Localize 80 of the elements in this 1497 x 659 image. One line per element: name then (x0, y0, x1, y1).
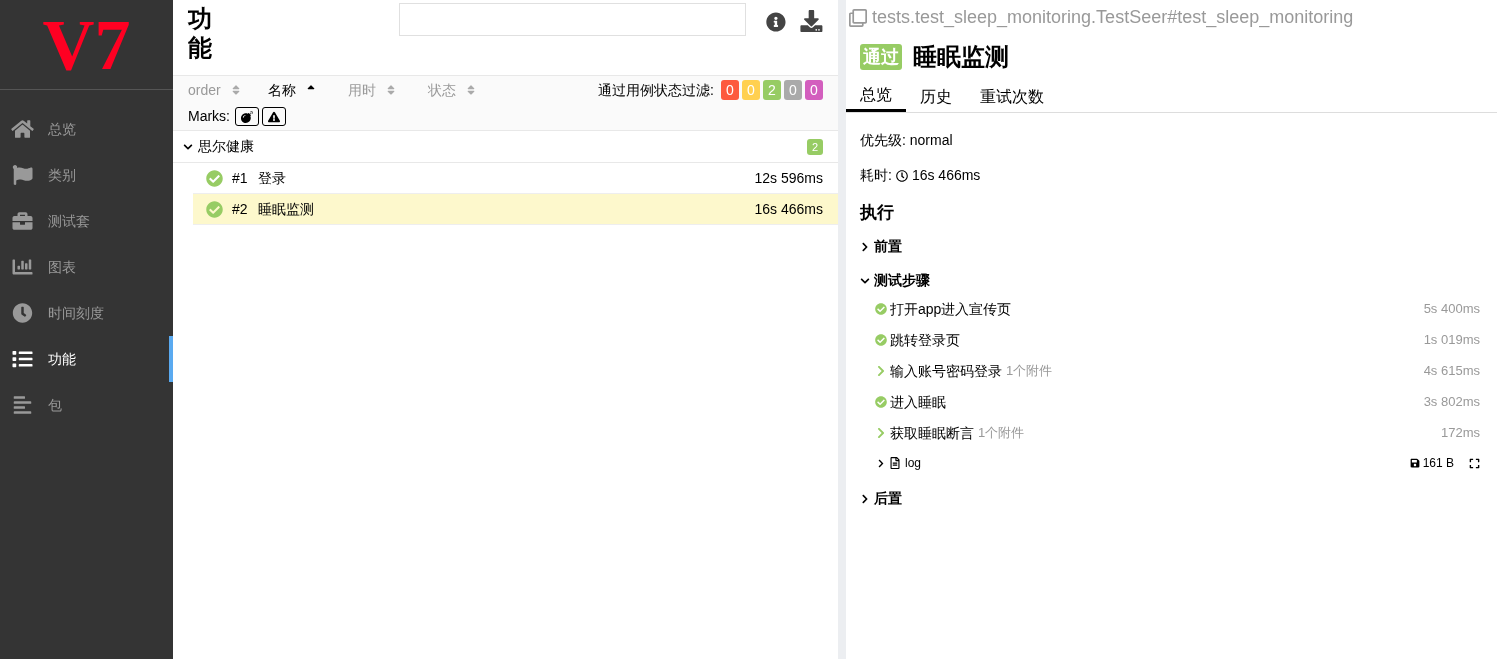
section-title: 执行 (860, 202, 895, 224)
passed-icon (206, 169, 223, 187)
test-name: 登录 (257, 168, 286, 188)
step-name[interactable]: 输入账号密码登录 (890, 360, 1002, 382)
logo: V7 (42, 8, 131, 81)
step-duration: 4s 615ms (1423, 362, 1480, 381)
step-name[interactable]: 打开app进入宣传页 (890, 298, 1012, 320)
nav-item[interactable]: 图表 (0, 244, 173, 290)
step-duration: 172ms (1440, 424, 1480, 443)
test-number: #1 (232, 168, 248, 188)
chevron-icon[interactable] (860, 241, 870, 252)
marks-label: Marks: (188, 107, 230, 126)
page-title: 功能 (188, 5, 212, 63)
tab[interactable]: 总览 (846, 81, 906, 112)
chevron-icon[interactable] (877, 458, 885, 468)
clock-icon (11, 303, 34, 323)
chevron-icon[interactable] (860, 275, 870, 286)
nav-item[interactable]: 类别 (0, 152, 173, 198)
count-badge: 2 (806, 138, 823, 155)
sort-icon (466, 84, 476, 96)
duration-label: 耗时: (860, 166, 892, 185)
briefcase-icon (11, 211, 34, 231)
search-field[interactable] (399, 3, 747, 36)
chevron-icon[interactable] (183, 141, 193, 152)
expand-icon[interactable] (1469, 457, 1480, 469)
nav-item[interactable]: 总览 (0, 106, 173, 152)
info-icon[interactable] (766, 12, 787, 32)
file-icon (890, 457, 900, 469)
passed-icon (875, 303, 887, 315)
warning-filter[interactable] (262, 107, 286, 126)
sort-button[interactable]: 名称 (268, 79, 348, 101)
chevron-icon[interactable] (860, 493, 870, 504)
passed-icon (875, 396, 887, 408)
attachment-size: 161 B (1422, 455, 1454, 472)
download-icon[interactable] (800, 10, 823, 32)
step-name[interactable]: 获取睡眠断言 (890, 422, 974, 444)
sort-icon (386, 84, 396, 96)
test-duration: 12s 596ms (754, 168, 823, 188)
home-icon (11, 119, 34, 139)
step-duration: 1s 019ms (1423, 331, 1480, 350)
nav-item[interactable]: 时间刻度 (0, 290, 173, 336)
list-icon (11, 349, 34, 369)
flaky-filter[interactable] (235, 107, 259, 126)
test-number: #2 (232, 199, 248, 219)
step-duration: 3s 802ms (1423, 393, 1480, 412)
passed-icon (206, 200, 223, 218)
test-duration: 16s 466ms (754, 199, 823, 219)
nav-item[interactable]: 测试套 (0, 198, 173, 244)
step-name[interactable]: 进入睡眠 (890, 391, 946, 413)
duration-value: 16s 466ms (911, 166, 981, 185)
test-name: 睡眠监测 (257, 199, 314, 219)
stage-title[interactable]: 测试步骤 (874, 270, 930, 291)
sort-icon (230, 84, 241, 96)
full-name: tests.test_sleep_monitoring.TestSeer#test_sleep_monitoring (872, 6, 1354, 30)
copy-icon[interactable] (849, 8, 867, 27)
stage-title[interactable]: 前置 (874, 236, 902, 257)
clock-icon (895, 169, 908, 182)
stage-title[interactable]: 后置 (874, 488, 902, 509)
flag-icon (11, 165, 34, 185)
bar-chart-icon (11, 257, 34, 277)
tab[interactable]: 历史 (906, 81, 966, 112)
tab[interactable]: 重试次数 (966, 81, 1058, 112)
priority: 优先级: normal (860, 131, 954, 150)
test-row[interactable]: #2 睡眠监测 16s 466ms (193, 194, 838, 225)
save-icon (1409, 458, 1420, 468)
status-badge: 通过 (860, 44, 902, 70)
attachment-count: 1个附件 (1006, 362, 1053, 381)
group-name[interactable]: 思尔健康 (198, 136, 254, 157)
warning-icon (268, 110, 280, 123)
step-name[interactable]: 跳转登录页 (890, 329, 960, 351)
nav-item[interactable]: 包 (0, 382, 173, 428)
attachment-name[interactable]: log (905, 454, 921, 472)
bomb-icon (241, 110, 253, 123)
passed-icon (875, 334, 887, 346)
nav-item[interactable]: 功能 (0, 336, 173, 382)
attachment-count: 1个附件 (978, 424, 1025, 443)
filter-label: 通过用例状态过滤: (598, 80, 714, 100)
step-duration: 5s 400ms (1423, 300, 1480, 319)
lines-icon (11, 395, 34, 415)
test-title: 睡眠监测 (913, 42, 1009, 72)
